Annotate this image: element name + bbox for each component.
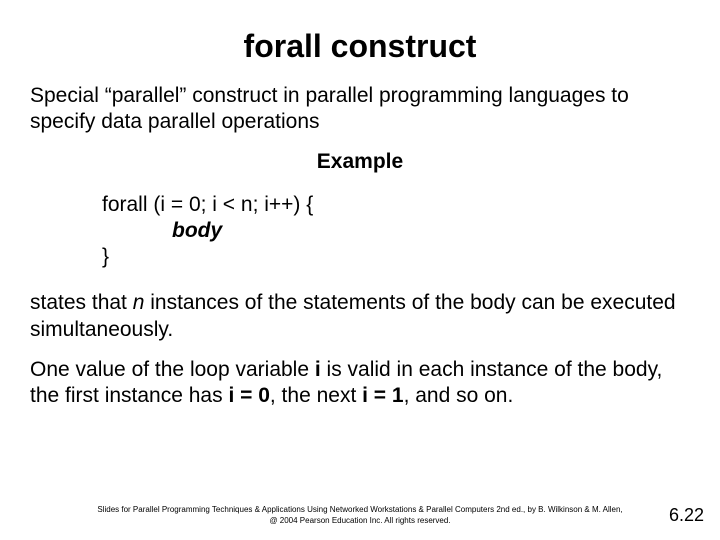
paragraph-2: states that n instances of the statement… bbox=[30, 290, 690, 343]
p3-text-a: One value of the loop variable bbox=[30, 358, 315, 381]
p3-i0: i = 0 bbox=[228, 384, 269, 407]
footer-line-1: Slides for Parallel Programming Techniqu… bbox=[0, 504, 720, 515]
intro-paragraph: Special “parallel” construct in parallel… bbox=[30, 83, 690, 136]
footer: Slides for Parallel Programming Techniqu… bbox=[0, 504, 720, 526]
p3-i1: i = 1 bbox=[362, 384, 403, 407]
slide: forall construct Special “parallel” cons… bbox=[0, 0, 720, 540]
footer-line-2: @ 2004 Pearson Education Inc. All rights… bbox=[0, 515, 720, 526]
example-heading: Example bbox=[30, 150, 690, 174]
p3-text-c: , the next bbox=[270, 384, 362, 407]
code-line-1: forall (i = 0; i < n; i++) { bbox=[102, 193, 313, 216]
code-example: forall (i = 0; i < n; i++) { body } bbox=[102, 192, 690, 271]
code-line-3: } bbox=[102, 245, 109, 268]
page-number: 6.22 bbox=[669, 505, 704, 526]
code-body-indent bbox=[102, 219, 172, 242]
code-body-keyword: body bbox=[172, 219, 222, 242]
p3-text-d: , and so on. bbox=[404, 384, 514, 407]
title-keyword: forall bbox=[244, 28, 322, 64]
title-rest: construct bbox=[322, 28, 477, 64]
paragraph-3: One value of the loop variable i is vali… bbox=[30, 357, 690, 410]
slide-title: forall construct bbox=[30, 28, 690, 65]
p2-var-n: n bbox=[133, 291, 145, 314]
p2-text-a: states that bbox=[30, 291, 133, 314]
